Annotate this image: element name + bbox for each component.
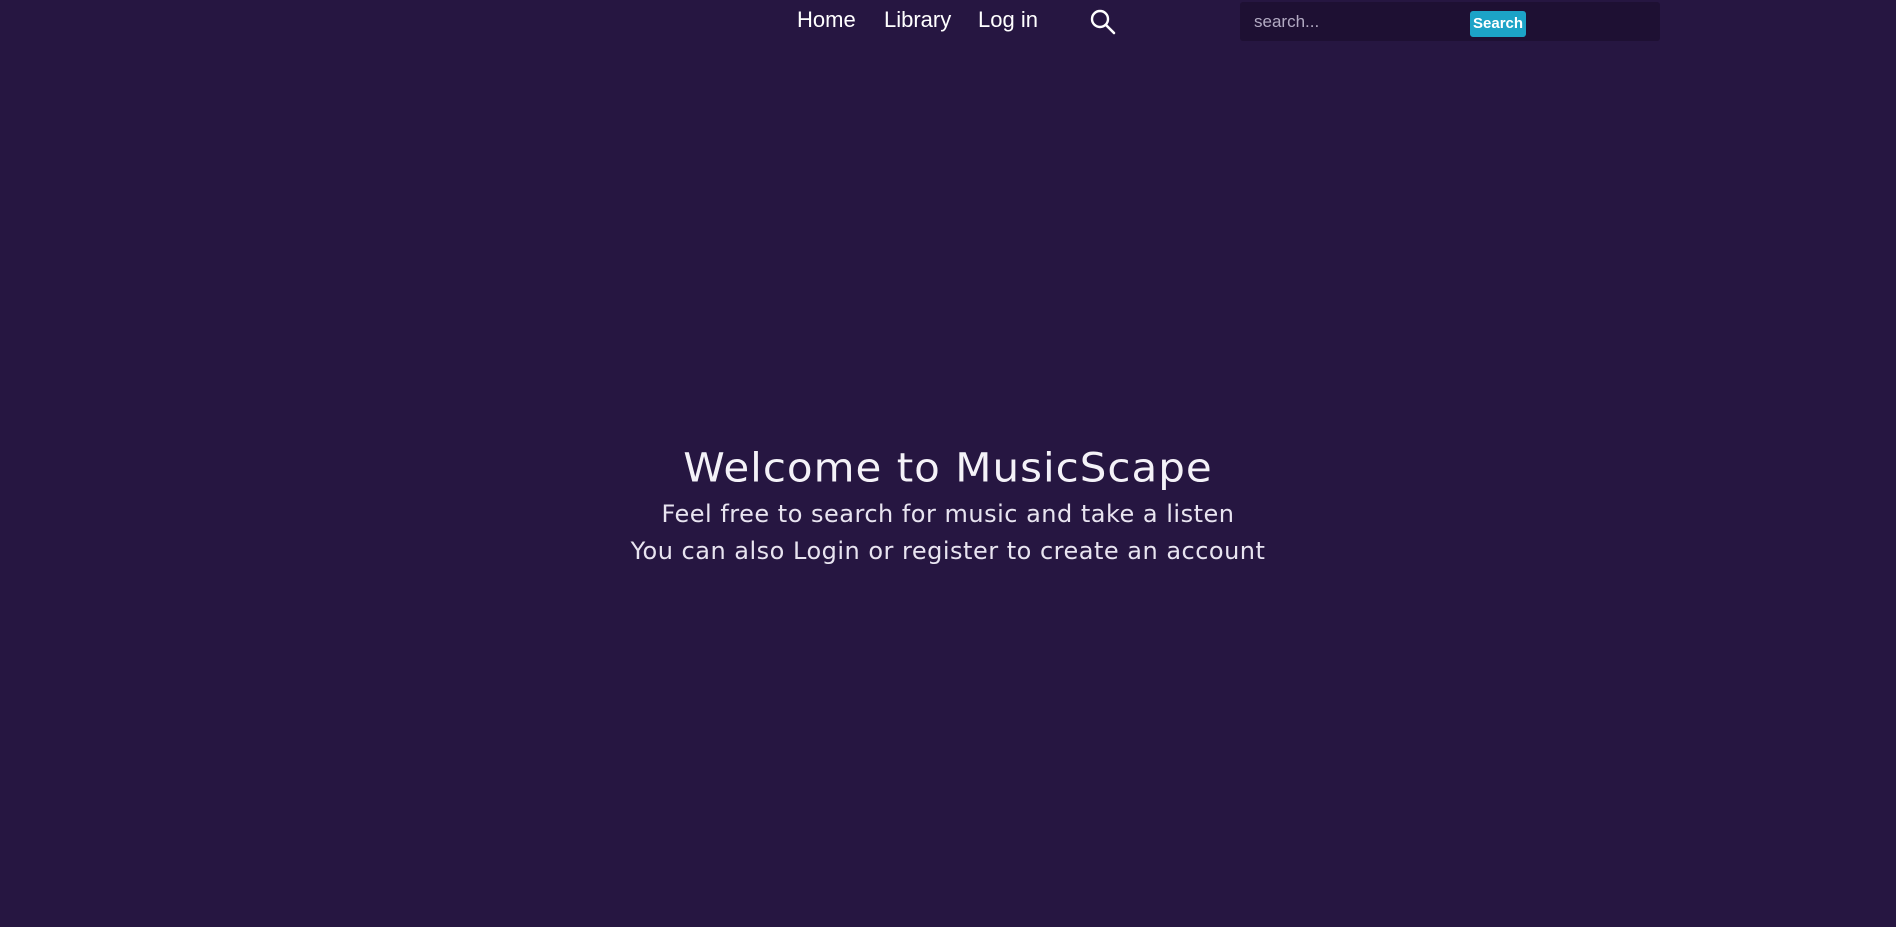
hero-subtitle-account: You can also Login or register to create…	[630, 537, 1266, 565]
nav-home-link[interactable]: Home	[797, 6, 856, 34]
search-box: Search	[1240, 2, 1660, 41]
hero-title: Welcome to MusicScape	[683, 444, 1213, 491]
nav-login-link[interactable]: Log in	[978, 6, 1038, 34]
search-button[interactable]: Search	[1470, 11, 1527, 37]
page: Home Library Log in Search Welcome to Mu…	[0, 0, 1896, 927]
search-icon[interactable]	[1089, 8, 1117, 36]
nav-library-link[interactable]: Library	[884, 6, 951, 34]
search-input[interactable]	[1254, 9, 1464, 35]
hero-section: Welcome to MusicScape Feel free to searc…	[0, 440, 1896, 570]
hero-subtitle-search: Feel free to search for music and take a…	[661, 500, 1235, 528]
